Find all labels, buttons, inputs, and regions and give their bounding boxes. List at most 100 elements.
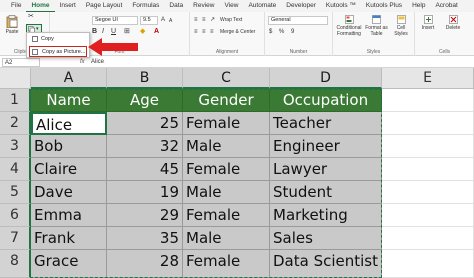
tab-file[interactable]: File: [6, 0, 26, 12]
font-color-icon[interactable]: A: [154, 28, 159, 36]
table-cell[interactable]: Female: [183, 158, 270, 181]
table-cell[interactable]: 32: [107, 135, 183, 158]
table-cell[interactable]: Female: [183, 112, 270, 135]
align-middle-icon[interactable]: ≡: [202, 16, 206, 24]
tab-kutools-plus[interactable]: Kutools Plus: [361, 0, 407, 12]
column-header-a[interactable]: A: [31, 68, 107, 89]
tab-developer[interactable]: Developer: [281, 0, 321, 12]
table-cell[interactable]: Female: [183, 250, 270, 278]
table-header-cell[interactable]: Name: [31, 89, 107, 112]
table-header-cell[interactable]: Age: [107, 89, 183, 112]
table-header-cell[interactable]: Occupation: [270, 89, 382, 112]
menu-item-copy-as-picture[interactable]: Copy as Picture...: [29, 46, 87, 57]
table-cell[interactable]: Sales: [270, 227, 382, 250]
table-cell[interactable]: 28: [107, 250, 183, 278]
table-cell[interactable]: Emma: [31, 204, 107, 227]
tab-insert[interactable]: Insert: [55, 0, 81, 12]
table-cell[interactable]: Male: [183, 135, 270, 158]
empty-cell[interactable]: [382, 135, 474, 158]
formula-input[interactable]: Alice: [91, 58, 104, 67]
table-cell[interactable]: Female: [183, 204, 270, 227]
cell-styles-button[interactable]: Cell Styles: [390, 15, 412, 37]
merge-center-button[interactable]: Merge & Center: [220, 29, 264, 35]
empty-cell[interactable]: [382, 250, 474, 278]
table-cell[interactable]: 35: [107, 227, 183, 250]
increase-font-icon[interactable]: A: [161, 16, 165, 24]
table-cell[interactable]: Frank: [31, 227, 107, 250]
table-cell[interactable]: Grace: [31, 250, 107, 278]
column-header-d[interactable]: D: [270, 68, 382, 89]
select-all-corner[interactable]: [0, 68, 31, 89]
insert-cells-button[interactable]: Insert: [417, 15, 439, 31]
number-format-select[interactable]: General: [268, 16, 328, 25]
row-header-6[interactable]: 6: [0, 204, 31, 227]
format-as-table-button[interactable]: Format as Table: [364, 15, 389, 37]
table-cell[interactable]: Marketing: [270, 204, 382, 227]
name-box[interactable]: A2: [2, 58, 40, 67]
table-cell[interactable]: Male: [183, 181, 270, 204]
table-cell[interactable]: Student: [270, 181, 382, 204]
font-size-select[interactable]: 9.5: [140, 16, 158, 25]
empty-cell[interactable]: [382, 181, 474, 204]
tab-view[interactable]: View: [219, 0, 243, 12]
table-cell[interactable]: 45: [107, 158, 183, 181]
table-cell[interactable]: Dave: [31, 181, 107, 204]
table-cell[interactable]: Lawyer: [270, 158, 382, 181]
table-cell[interactable]: Claire: [31, 158, 107, 181]
font-name-select[interactable]: Segoe UI: [92, 16, 138, 25]
align-left-icon[interactable]: ≡: [194, 28, 198, 36]
menu-item-copy[interactable]: Copy: [29, 34, 87, 45]
column-header-c[interactable]: C: [183, 68, 270, 89]
empty-cell[interactable]: [382, 89, 474, 112]
tab-home[interactable]: Home: [26, 0, 55, 12]
fx-icon[interactable]: fx: [80, 58, 85, 67]
fill-color-icon[interactable]: ◆: [140, 28, 145, 36]
delete-cells-button[interactable]: Delete: [441, 15, 465, 31]
empty-cell[interactable]: [382, 112, 474, 135]
tab-acrobat[interactable]: Acrobat: [430, 0, 462, 12]
row-header-7[interactable]: 7: [0, 227, 31, 250]
paste-button[interactable]: Paste: [4, 15, 20, 35]
empty-cell[interactable]: [382, 227, 474, 250]
align-top-icon[interactable]: ≡: [194, 16, 198, 24]
align-right-icon[interactable]: ≡: [210, 28, 214, 36]
table-cell[interactable]: Male: [183, 227, 270, 250]
decrease-font-icon[interactable]: A: [169, 17, 172, 25]
underline-icon[interactable]: U: [111, 28, 116, 36]
table-cell[interactable]: 29: [107, 204, 183, 227]
column-header-b[interactable]: B: [107, 68, 183, 89]
row-header-3[interactable]: 3: [0, 135, 31, 158]
table-cell[interactable]: Bob: [31, 135, 107, 158]
tab-kutools[interactable]: Kutools ™: [321, 0, 361, 12]
table-cell[interactable]: Teacher: [270, 112, 382, 135]
table-cell[interactable]: 25: [107, 112, 183, 135]
tab-help[interactable]: Help: [407, 0, 430, 12]
tab-page-layout[interactable]: Page Layout: [81, 0, 128, 12]
table-header-cell[interactable]: Gender: [183, 89, 270, 112]
active-cell[interactable]: Alice: [31, 112, 107, 135]
tab-formulas[interactable]: Formulas: [127, 0, 164, 12]
align-center-icon[interactable]: ≡: [202, 28, 206, 36]
column-header-e[interactable]: E: [382, 68, 474, 89]
empty-cell[interactable]: [382, 204, 474, 227]
table-cell[interactable]: Data Scientist: [270, 250, 382, 278]
wrap-text-button[interactable]: Wrap Text: [220, 17, 260, 23]
row-header-1[interactable]: 1: [0, 89, 31, 112]
row-header-4[interactable]: 4: [0, 158, 31, 181]
currency-icon[interactable]: $: [269, 28, 272, 36]
italic-icon[interactable]: I: [102, 28, 104, 36]
row-header-5[interactable]: 5: [0, 181, 31, 204]
bold-icon[interactable]: B: [92, 28, 97, 36]
tab-review[interactable]: Review: [188, 0, 219, 12]
table-cell[interactable]: 19: [107, 181, 183, 204]
tab-data[interactable]: Data: [164, 0, 188, 12]
row-header-2[interactable]: 2: [0, 112, 31, 135]
percent-icon[interactable]: %: [279, 28, 284, 36]
table-cell[interactable]: Engineer: [270, 135, 382, 158]
cut-icon[interactable]: ✂: [28, 13, 34, 21]
borders-icon[interactable]: ⊞: [124, 28, 130, 36]
conditional-formatting-button[interactable]: Conditional Formatting: [335, 15, 363, 37]
row-header-8[interactable]: 8: [0, 250, 31, 278]
tab-automate[interactable]: Automate: [243, 0, 281, 12]
comma-style-icon[interactable]: 9: [291, 28, 294, 36]
